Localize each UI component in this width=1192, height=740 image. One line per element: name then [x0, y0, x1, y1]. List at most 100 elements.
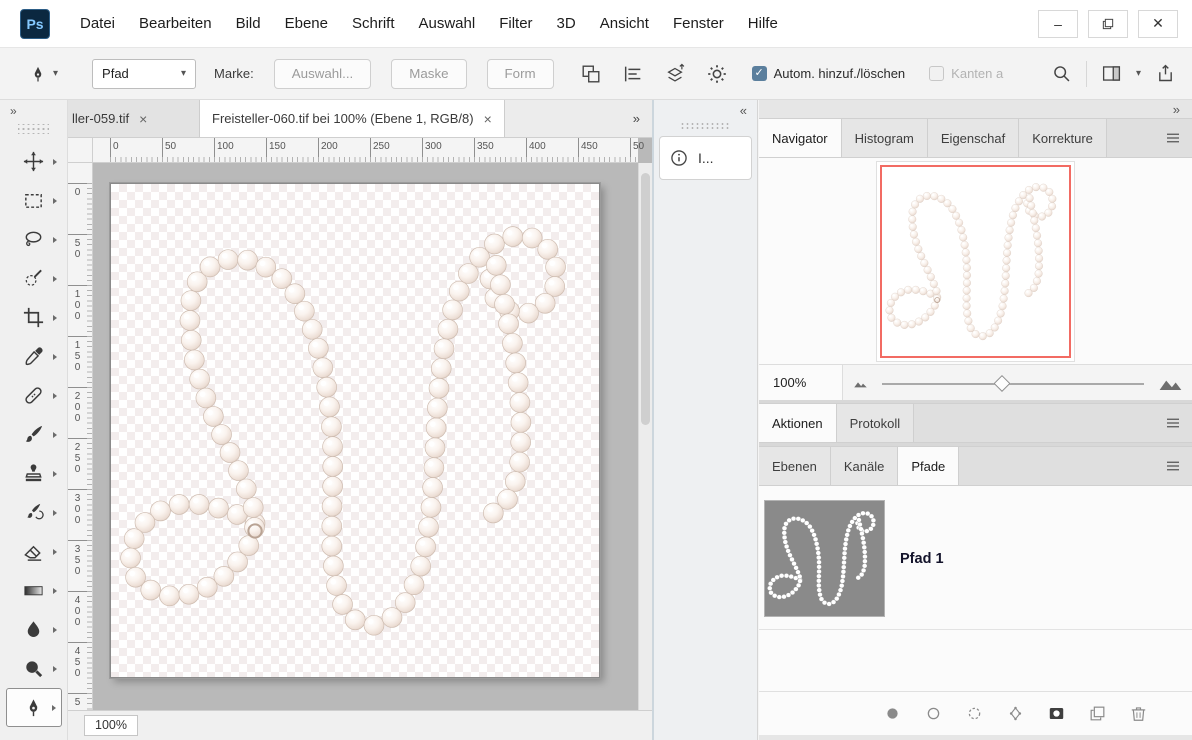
checkbox-checked-icon[interactable]: ✓ [752, 66, 767, 81]
search-icon[interactable] [1051, 63, 1072, 84]
auto-add-delete-option[interactable]: ✓ Autom. hinzuf./löschen [752, 66, 906, 81]
path-thumbnail[interactable] [764, 500, 885, 617]
menu-filter[interactable]: Filter [499, 15, 532, 32]
minimize-button[interactable]: – [1038, 10, 1078, 38]
vertical-ruler[interactable]: 0501001502002503003504004505 [68, 163, 93, 710]
photoshop-logo: Ps [20, 9, 50, 39]
ruler-label: 250 [72, 442, 82, 475]
horizontal-ruler[interactable]: 05010015020025030035040045050 [93, 138, 638, 163]
panel-menu-button[interactable] [1154, 447, 1192, 485]
workspace-layout-icon[interactable] [1101, 63, 1122, 84]
menu-bild[interactable]: Bild [236, 15, 261, 32]
menu-datei[interactable]: Datei [80, 15, 115, 32]
path-name-label[interactable]: Pfad 1 [900, 551, 944, 567]
load-path-as-selection-icon[interactable] [965, 704, 984, 723]
tab-overflow-chevron[interactable]: » [621, 100, 652, 137]
scrollbar-thumb[interactable] [641, 173, 650, 425]
menu-ebene[interactable]: Ebene [285, 15, 328, 32]
ruler-label: 50 [633, 141, 644, 152]
lasso-tool[interactable] [6, 220, 62, 259]
info-panel-collapsed[interactable]: I... [659, 136, 752, 180]
tools-drag-handle[interactable] [18, 124, 49, 134]
menu-auswahl[interactable]: Auswahl [419, 15, 476, 32]
gradient-tool[interactable] [6, 571, 62, 610]
tool-flyout-arrow-icon [52, 705, 56, 711]
maske-button[interactable]: Maske [391, 59, 466, 89]
menu-fenster[interactable]: Fenster [673, 15, 724, 32]
path-arrange-icon[interactable] [664, 63, 686, 85]
move-tool[interactable] [6, 142, 62, 181]
stroke-path-icon[interactable] [924, 704, 943, 723]
auswahl-button[interactable]: Auswahl... [274, 59, 372, 89]
navigator-proxy-view[interactable] [882, 167, 1069, 356]
menu-hilfe[interactable]: Hilfe [748, 15, 778, 32]
workspace: » ller-059.tif × Freisteller-060.tif bei… [0, 100, 1192, 740]
crop-icon [22, 306, 45, 329]
tab-pfade[interactable]: Pfade [898, 447, 959, 485]
marquee-tool[interactable] [6, 181, 62, 220]
form-button[interactable]: Form [487, 59, 554, 89]
tab-ebenen[interactable]: Ebenen [759, 447, 831, 485]
navigator-zoom-slider[interactable] [878, 365, 1148, 400]
strip-collapse-chevron[interactable]: « [654, 100, 757, 120]
tab-aktionen[interactable]: Aktionen [759, 404, 837, 442]
dodge-icon [22, 657, 45, 680]
panel-menu-button[interactable] [1154, 119, 1192, 157]
document-canvas[interactable] [110, 183, 600, 678]
strip-drag-handle[interactable] [680, 122, 731, 130]
panels-collapse-chevron[interactable]: » [759, 100, 1192, 118]
delete-path-trash-icon[interactable] [1129, 704, 1148, 723]
brush-tool[interactable] [6, 415, 62, 454]
navigator-zoom-field[interactable]: 100% [759, 365, 843, 400]
navigator-panel-body [759, 158, 1192, 364]
tab-close-icon[interactable]: × [484, 111, 492, 127]
tool-mode-select[interactable]: Pfad ▾ [92, 59, 196, 89]
ruler-corner[interactable] [68, 138, 93, 163]
new-path-icon[interactable] [1088, 704, 1107, 723]
vertical-scrollbar[interactable] [638, 163, 652, 710]
fill-path-icon[interactable] [883, 704, 902, 723]
tools-expand-chevron[interactable]: » [0, 100, 67, 122]
blur-tool[interactable] [6, 610, 62, 649]
tab-close-icon[interactable]: × [139, 111, 147, 127]
share-icon[interactable] [1155, 63, 1176, 84]
quick-selection-tool[interactable] [6, 259, 62, 298]
pen-tool[interactable] [6, 688, 62, 727]
path-alignment-icon[interactable] [622, 63, 644, 85]
history-brush-tool[interactable] [6, 493, 62, 532]
tab-histogram[interactable]: Histogram [842, 119, 928, 157]
zoom-in-mountains-icon[interactable] [1158, 374, 1182, 391]
tab-protokoll[interactable]: Protokoll [837, 404, 915, 442]
slider-thumb[interactable] [994, 374, 1011, 391]
add-mask-icon[interactable] [1047, 704, 1066, 723]
healing-brush-tool[interactable] [6, 376, 62, 415]
make-work-path-icon[interactable] [1006, 704, 1025, 723]
zoom-out-mountains-icon[interactable] [853, 377, 868, 389]
tab-eigenschaften[interactable]: Eigenschaf [928, 119, 1019, 157]
menu-ansicht[interactable]: Ansicht [600, 15, 649, 32]
menu-bearbeiten[interactable]: Bearbeiten [139, 15, 212, 32]
eraser-tool[interactable] [6, 532, 62, 571]
chevron-down-icon[interactable]: ▾ [1136, 68, 1141, 79]
ruler-label: 450 [581, 141, 598, 152]
menu-schrift[interactable]: Schrift [352, 15, 395, 32]
menu-3d[interactable]: 3D [557, 15, 576, 32]
crop-tool[interactable] [6, 298, 62, 337]
panel-menu-button[interactable] [1154, 404, 1192, 442]
tab-kanaele[interactable]: Kanäle [831, 447, 898, 485]
maximize-button[interactable] [1088, 10, 1128, 38]
tool-preset-picker[interactable]: ▾ [22, 60, 64, 88]
settings-gear-icon[interactable] [706, 63, 728, 85]
path-list-item[interactable]: Pfad 1 [759, 486, 1192, 617]
close-button[interactable]: ✕ [1138, 10, 1178, 38]
dodge-tool[interactable] [6, 649, 62, 688]
path-operations-icon[interactable] [580, 63, 602, 85]
restore-icon [1100, 16, 1116, 32]
clone-stamp-tool[interactable] [6, 454, 62, 493]
tab-navigator[interactable]: Navigator [759, 119, 842, 157]
document-tab-active[interactable]: Freisteller-060.tif bei 100% (Ebene 1, R… [200, 100, 505, 137]
document-tab-inactive[interactable]: ller-059.tif × [68, 100, 200, 137]
zoom-level-field[interactable]: 100% [84, 715, 138, 736]
eyedropper-tool[interactable] [6, 337, 62, 376]
tab-korrekturen[interactable]: Korrekture [1019, 119, 1107, 157]
